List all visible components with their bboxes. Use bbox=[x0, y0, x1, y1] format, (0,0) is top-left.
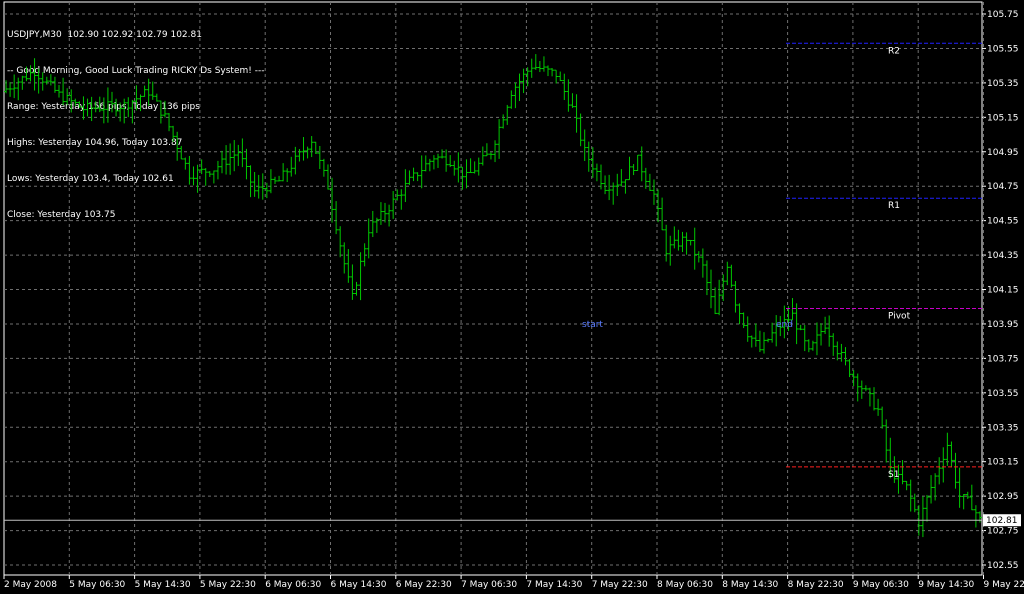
x-tick-label: 6 May 06:30 bbox=[265, 580, 321, 590]
x-tick-label: 6 May 22:30 bbox=[396, 580, 452, 590]
y-tick-label: 104.95 bbox=[987, 148, 1019, 158]
y-tick-label: 105.35 bbox=[987, 79, 1019, 89]
x-tick-label: 6 May 14:30 bbox=[331, 580, 387, 590]
x-tick-label: 7 May 06:30 bbox=[461, 580, 517, 590]
x-tick-label: 9 May 22:30 bbox=[984, 580, 1024, 590]
y-tick-label: 105.75 bbox=[987, 10, 1019, 20]
x-tick-label: 7 May 22:30 bbox=[592, 580, 648, 590]
session-end-label: end bbox=[776, 320, 793, 330]
x-tick-label: 7 May 14:30 bbox=[526, 580, 582, 590]
pivot-level-label: R1 bbox=[888, 201, 900, 211]
x-tick-label: 5 May 14:30 bbox=[135, 580, 191, 590]
y-tick-label: 104.35 bbox=[987, 251, 1019, 261]
y-tick-label: 103.55 bbox=[987, 389, 1019, 399]
x-tick-label: 8 May 14:30 bbox=[722, 580, 778, 590]
session-start-label: start bbox=[582, 320, 603, 330]
y-tick-label: 104.15 bbox=[987, 286, 1019, 296]
current-price-label: 102.81 bbox=[986, 516, 1018, 526]
x-tick-label: 2 May 2008 bbox=[4, 580, 57, 590]
x-tick-label: 8 May 22:30 bbox=[788, 580, 844, 590]
y-tick-label: 102.55 bbox=[987, 561, 1019, 571]
x-tick-label: 5 May 22:30 bbox=[200, 580, 256, 590]
pivot-level-label: Pivot bbox=[888, 311, 911, 321]
y-tick-label: 103.95 bbox=[987, 320, 1019, 330]
plot-frame bbox=[3, 1, 983, 576]
x-tick-label: 9 May 06:30 bbox=[853, 580, 909, 590]
y-tick-label: 103.35 bbox=[987, 423, 1019, 433]
y-tick-label: 105.15 bbox=[987, 113, 1019, 123]
y-tick-label: 105.55 bbox=[987, 44, 1019, 54]
y-tick-label: 103.15 bbox=[987, 458, 1019, 468]
pivot-level-label: R2 bbox=[888, 46, 900, 56]
y-tick-label: 104.55 bbox=[987, 217, 1019, 227]
x-tick-label: 5 May 06:30 bbox=[69, 580, 125, 590]
y-tick-label: 102.75 bbox=[987, 527, 1019, 537]
y-tick-label: 102.95 bbox=[987, 492, 1019, 502]
x-tick-label: 9 May 14:30 bbox=[918, 580, 974, 590]
x-tick-label: 8 May 06:30 bbox=[657, 580, 713, 590]
pivot-level-label: S1 bbox=[888, 470, 899, 480]
y-tick-label: 103.75 bbox=[987, 354, 1019, 364]
price-chart[interactable]: 105.75 105.55 105.35 105.15 104.95 104.75 104.… bbox=[0, 0, 1024, 594]
y-tick-label: 104.75 bbox=[987, 182, 1019, 192]
